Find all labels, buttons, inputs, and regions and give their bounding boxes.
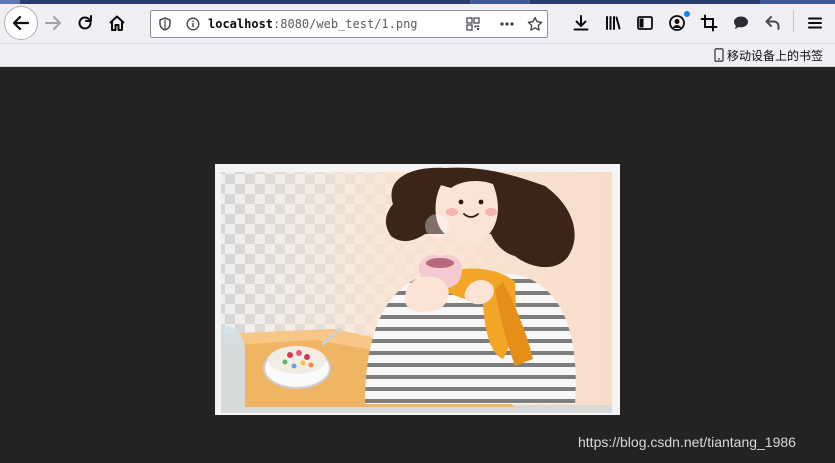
girl-drinking-tea-illustration (221, 167, 612, 413)
chat-button[interactable] (726, 8, 756, 38)
arrow-right-icon (45, 16, 61, 30)
speech-bubble-icon (734, 16, 748, 29)
watermark-text: https://blog.csdn.net/tiantang_1986 (578, 434, 796, 450)
displayed-image (215, 164, 620, 415)
mobile-bookmarks-label: 移动设备上的书签 (726, 48, 823, 63)
forward-button[interactable] (38, 8, 68, 38)
home-icon (109, 15, 125, 31)
url-host: localhost (208, 17, 274, 31)
reload-icon (78, 15, 92, 30)
sidebar-icon (637, 16, 653, 30)
hamburger-menu-icon (808, 17, 822, 29)
info-icon[interactable] (185, 16, 201, 32)
library-button[interactable] (598, 8, 628, 38)
notification-dot (684, 11, 690, 17)
toolbar-separator (793, 10, 794, 32)
bookmarks-toolbar: 移动设备上的书签 (0, 44, 835, 67)
account-button[interactable] (662, 8, 692, 38)
navigation-toolbar: localhost:8080/web_test/1.png (0, 4, 835, 44)
screenshot-button[interactable] (694, 8, 724, 38)
qr-code-icon[interactable] (465, 16, 481, 32)
mobile-bookmarks-folder[interactable]: 移动设备上的书签 (714, 46, 823, 64)
menu-button[interactable] (800, 8, 830, 38)
library-icon (606, 16, 621, 30)
sidebar-button[interactable] (630, 8, 660, 38)
url-path: :8080/web_test/1.png (273, 17, 418, 31)
back-button[interactable] (4, 6, 38, 40)
arrow-left-icon (12, 15, 30, 31)
downloads-button[interactable] (566, 8, 596, 38)
more-actions-icon[interactable] (499, 16, 515, 32)
address-bar[interactable]: localhost:8080/web_test/1.png (150, 10, 548, 38)
undo-icon (765, 16, 780, 30)
bookmark-star-icon[interactable] (527, 16, 543, 32)
reload-button[interactable] (70, 8, 100, 38)
crop-icon (700, 14, 718, 32)
account-icon (669, 15, 685, 31)
shield-icon[interactable] (157, 16, 173, 32)
mobile-phone-icon (714, 48, 724, 62)
url-text[interactable]: localhost:8080/web_test/1.png (208, 16, 418, 32)
download-icon (573, 15, 589, 31)
undo-button[interactable] (758, 8, 788, 38)
home-button[interactable] (102, 8, 132, 38)
